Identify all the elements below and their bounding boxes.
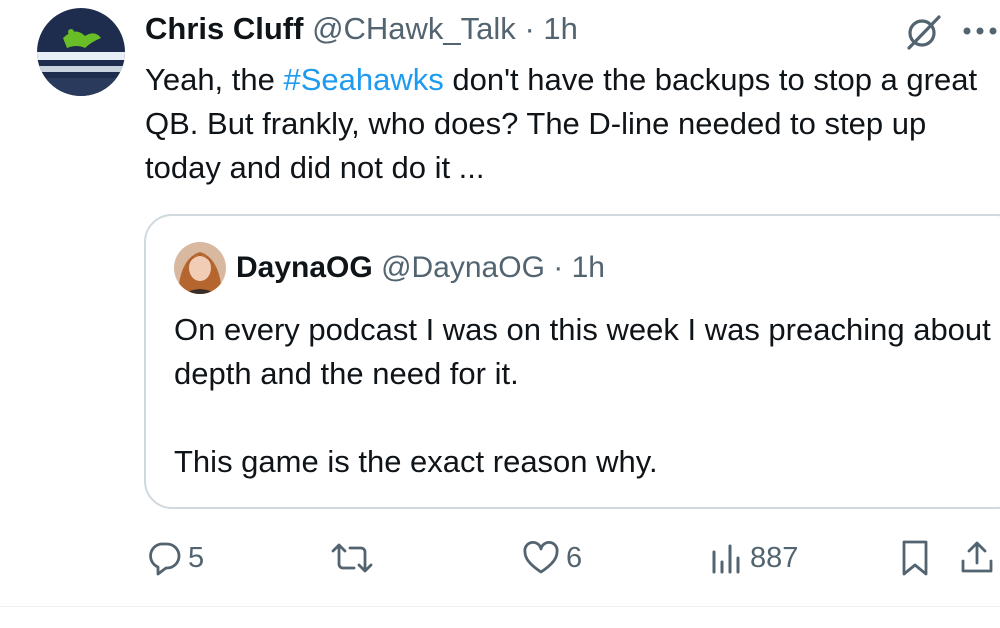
quote-header: DaynaOG @DaynaOG · 1h bbox=[236, 250, 605, 286]
quote-author-handle[interactable]: @DaynaOG bbox=[381, 251, 545, 284]
share-button[interactable] bbox=[958, 532, 996, 584]
grok-icon[interactable] bbox=[903, 12, 943, 52]
separator: · bbox=[524, 11, 535, 46]
quote-paragraph: This game is the exact reason why. bbox=[174, 444, 658, 479]
quoted-tweet[interactable]: DaynaOG @DaynaOG · 1h On every podcast I… bbox=[144, 214, 1000, 509]
like-button[interactable]: 6 bbox=[522, 532, 582, 584]
views-icon bbox=[712, 544, 740, 574]
hashtag-link[interactable]: #Seahawks bbox=[284, 62, 444, 97]
quote-time[interactable]: 1h bbox=[572, 251, 605, 284]
quote-author-name[interactable]: DaynaOG bbox=[236, 251, 373, 284]
author-handle[interactable]: @CHawk_Talk bbox=[312, 11, 516, 46]
reply-icon bbox=[149, 542, 181, 576]
tweet-header: Chris Cluff @CHawk_Talk · 1h bbox=[145, 10, 578, 48]
author-name[interactable]: Chris Cluff bbox=[145, 11, 303, 46]
reply-button[interactable]: 5 bbox=[146, 532, 204, 584]
quote-separator: · bbox=[553, 251, 564, 284]
views-button[interactable]: 887 bbox=[710, 532, 798, 584]
like-count: 6 bbox=[566, 541, 583, 574]
bookmark-button[interactable] bbox=[900, 532, 930, 584]
reply-count: 5 bbox=[188, 541, 205, 574]
tweet-text: Yeah, the #Seahawks don't have the backu… bbox=[145, 58, 995, 190]
like-icon bbox=[523, 540, 559, 574]
views-count: 887 bbox=[750, 541, 799, 574]
retweet-button[interactable] bbox=[330, 532, 380, 584]
quote-paragraph: On every podcast I was on this week I wa… bbox=[174, 312, 991, 391]
tweet-time[interactable]: 1h bbox=[543, 11, 577, 46]
avatar[interactable] bbox=[37, 8, 125, 96]
share-icon bbox=[961, 541, 993, 573]
tweet-text-start: Yeah, the bbox=[145, 62, 284, 97]
more-icon[interactable] bbox=[960, 24, 1000, 38]
retweet-icon bbox=[331, 543, 373, 573]
action-bar: 5 6 887 bbox=[0, 532, 1000, 584]
quote-avatar[interactable] bbox=[174, 242, 226, 294]
bookmark-icon bbox=[902, 540, 928, 576]
divider bbox=[0, 606, 1000, 607]
quote-text: On every podcast I was on this week I wa… bbox=[174, 308, 1000, 484]
